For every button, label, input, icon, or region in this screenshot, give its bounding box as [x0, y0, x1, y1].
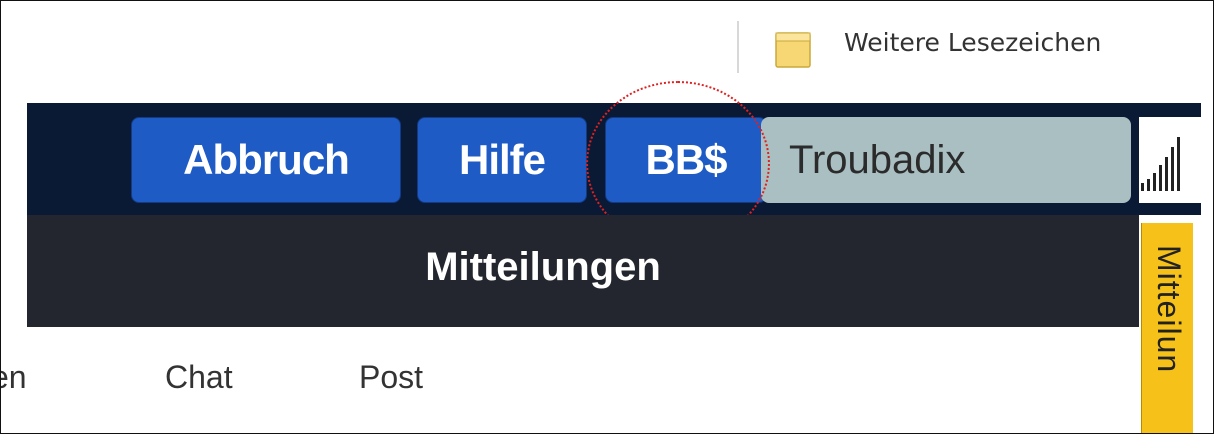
abbruch-button[interactable]: Abbruch [131, 117, 401, 203]
bookmarks-divider [737, 21, 739, 73]
browser-viewport: Weitere Lesezeichen Abbruch Hilfe BB$ Tr… [0, 0, 1214, 434]
bookmarks-bar: Weitere Lesezeichen [1, 1, 1201, 101]
other-bookmarks-link[interactable]: Weitere Lesezeichen [844, 28, 1101, 57]
side-tab-label: Mitteilun [1151, 245, 1187, 374]
folder-icon[interactable] [775, 29, 811, 69]
tabs-row: en Chat Post [1, 327, 1139, 433]
tab-truncated[interactable]: en [1, 359, 57, 396]
tab-chat[interactable]: Chat [165, 359, 233, 396]
side-tab-mitteilungen[interactable]: Mitteilun [1141, 223, 1193, 433]
hilfe-button[interactable]: Hilfe [417, 117, 587, 203]
bbs-button[interactable]: BB$ [605, 117, 767, 203]
tab-post[interactable]: Post [359, 359, 423, 396]
title-bar: Mitteilungen [27, 215, 1139, 327]
signal-strength-icon [1139, 117, 1201, 203]
page-title: Mitteilungen [425, 245, 661, 289]
username-field[interactable]: Troubadix [761, 117, 1131, 203]
app-header: Abbruch Hilfe BB$ Troubadix [27, 103, 1201, 215]
